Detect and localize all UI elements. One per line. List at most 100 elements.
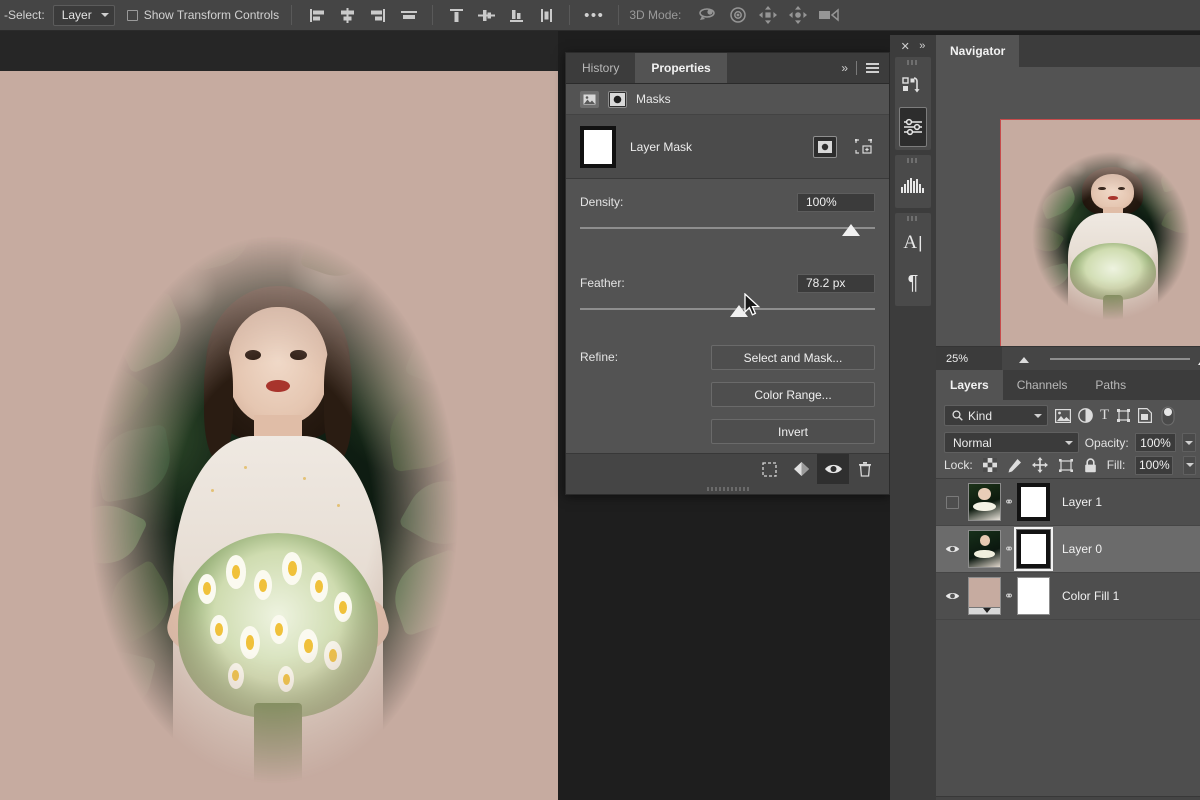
more-options-button[interactable]: ••• [584, 8, 604, 23]
lock-artboard-nesting-icon[interactable] [1058, 458, 1074, 473]
link-icon[interactable]: ⚭ [1001, 589, 1017, 603]
properties-panel[interactable]: History Properties » Masks Layer Mask [565, 52, 890, 495]
layer-kind-filter[interactable]: Kind [944, 405, 1048, 426]
show-transform-controls-checkbox[interactable]: Show Transform Controls [127, 8, 279, 22]
filter-type-icon[interactable]: T [1100, 408, 1109, 423]
layer-thumbnail[interactable] [968, 530, 1001, 568]
face [228, 307, 328, 425]
invert-button[interactable]: Invert [711, 419, 875, 444]
density-value-field[interactable]: 100% [797, 193, 875, 212]
3d-roll-icon[interactable] [723, 7, 753, 23]
distribute-vertical-centers-icon[interactable] [471, 8, 501, 23]
feather-slider[interactable] [566, 305, 889, 323]
density-slider[interactable] [566, 224, 889, 242]
toggle-mask-visibility-icon[interactable] [817, 454, 849, 485]
link-icon[interactable]: ⚭ [1001, 542, 1017, 556]
properties-adjustments-icon[interactable] [899, 107, 927, 147]
tab-history[interactable]: History [566, 53, 635, 83]
layer-name[interactable]: Color Fill 1 [1062, 589, 1119, 603]
layer-mask-item[interactable]: Layer Mask [566, 115, 889, 179]
tab-properties[interactable]: Properties [635, 53, 726, 83]
fill-field[interactable]: 100% [1135, 456, 1173, 475]
close-icon[interactable]: ✕ [901, 40, 910, 53]
fill-label: Fill: [1107, 458, 1126, 472]
opacity-stepper[interactable] [1182, 433, 1196, 452]
character-icon[interactable]: A| [895, 223, 931, 263]
histogram-icon[interactable] [895, 165, 931, 205]
layer-name[interactable]: Layer 0 [1062, 542, 1102, 556]
table-row[interactable]: ⚭ Color Fill 1 [936, 573, 1200, 620]
layer-visibility-toggle[interactable] [936, 544, 968, 554]
load-selection-from-mask-icon[interactable] [753, 454, 785, 485]
distribute-horizontal-centers-icon[interactable] [531, 8, 561, 23]
drag-handle[interactable] [907, 60, 919, 65]
density-slider-thumb[interactable] [842, 224, 860, 236]
distribute-bottom-edges-icon[interactable] [501, 8, 531, 23]
tab-navigator[interactable]: Navigator [936, 35, 1019, 67]
layer-visibility-toggle[interactable] [936, 496, 968, 509]
navigator-zoom-slider[interactable] [1002, 347, 1200, 371]
layer-mask-thumbnail[interactable] [1017, 483, 1050, 521]
3d-slide-icon[interactable] [783, 6, 813, 24]
layer-mask-thumbnail[interactable] [580, 126, 616, 168]
add-vector-mask-icon[interactable] [851, 136, 875, 158]
select-pixel-mask-icon[interactable] [813, 136, 837, 158]
layer-thumbnail[interactable] [968, 483, 1001, 521]
table-row[interactable]: ⚭ Layer 0 [936, 526, 1200, 573]
paragraph-icon[interactable]: ¶ [895, 263, 931, 303]
table-row[interactable]: ⚭ Layer 1 [936, 479, 1200, 526]
layer-mask-thumbnail[interactable] [1017, 530, 1050, 568]
filter-smart-object-icon[interactable] [1138, 408, 1152, 423]
layer-mask-thumbnail[interactable] [1017, 577, 1050, 615]
actions-icon[interactable] [895, 67, 931, 107]
canvas-area[interactable] [0, 31, 558, 800]
filter-adjustment-icon[interactable] [1078, 408, 1093, 423]
distribute-top-edges-icon[interactable] [441, 8, 471, 23]
select-and-mask-button[interactable]: Select and Mask... [711, 345, 875, 370]
lock-image-pixels-icon[interactable] [1007, 458, 1022, 473]
align-right-edges-icon[interactable] [362, 8, 392, 23]
align-horizontal-centers-icon[interactable] [332, 8, 362, 23]
layer-list[interactable]: ⚭ Layer 1 ⚭ Layer 0 [936, 479, 1200, 796]
navigator-thumbnail [1023, 142, 1199, 330]
layer-visibility-toggle[interactable] [936, 591, 968, 601]
filter-toggle-switch[interactable] [1161, 406, 1175, 426]
lock-position-icon[interactable] [1032, 457, 1048, 473]
3d-rotate-icon[interactable] [693, 7, 723, 23]
panel-menu-icon[interactable] [866, 63, 879, 73]
3d-drag-icon[interactable] [753, 6, 783, 24]
layer-thumbnail[interactable] [968, 577, 1001, 615]
tab-layers[interactable]: Layers [936, 370, 1003, 400]
3d-camera-icon[interactable] [813, 8, 845, 22]
tab-paths[interactable]: Paths [1081, 370, 1140, 400]
drag-handle[interactable] [907, 216, 919, 221]
opacity-field[interactable]: 100% [1135, 433, 1177, 452]
tab-channels[interactable]: Channels [1003, 370, 1082, 400]
vector-mask-icon[interactable] [608, 91, 627, 108]
document-canvas[interactable] [0, 71, 558, 800]
align-left-edges-icon[interactable] [302, 8, 332, 23]
blend-mode-dropdown[interactable]: Normal [944, 432, 1079, 453]
panel-resize-grip[interactable] [566, 484, 889, 494]
feather-value-field[interactable]: 78.2 px [797, 274, 875, 293]
pixel-mask-icon[interactable] [580, 91, 599, 108]
align-top-edges-icon[interactable] [392, 8, 426, 23]
drag-handle[interactable] [907, 158, 919, 163]
filter-pixel-icon[interactable] [1055, 409, 1071, 423]
color-range-button[interactable]: Color Range... [711, 382, 875, 407]
filter-shape-icon[interactable] [1116, 408, 1131, 423]
lock-all-icon[interactable] [1084, 458, 1097, 473]
lock-transparent-pixels-icon[interactable] [983, 458, 997, 472]
chevron-double-right-icon[interactable]: » [919, 40, 925, 52]
link-icon[interactable]: ⚭ [1001, 495, 1017, 509]
fill-stepper[interactable] [1183, 456, 1196, 475]
chevron-double-right-icon[interactable]: » [841, 61, 847, 75]
apply-mask-icon[interactable] [785, 454, 817, 485]
layer-name[interactable]: Layer 1 [1062, 495, 1102, 509]
zoom-level-field[interactable]: 25% [936, 347, 1002, 371]
density-row: Density: 100% [566, 191, 889, 213]
select-scope-dropdown[interactable]: Layer [53, 5, 115, 26]
delete-mask-icon[interactable] [849, 454, 881, 485]
zoom-out-icon[interactable] [1016, 355, 1032, 363]
navigator-preview[interactable] [1000, 119, 1200, 351]
